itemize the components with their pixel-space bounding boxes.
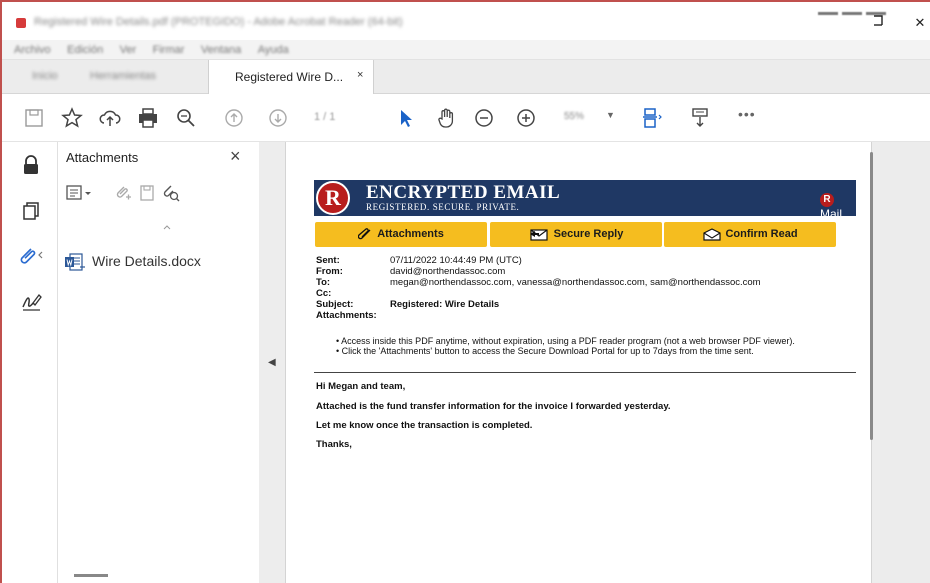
menu-help[interactable]: Ayuda [258,44,289,56]
encrypted-email-banner: R ENCRYPTED EMAIL REGISTERED. SECURE. PR… [314,180,856,221]
banner-subtitle: REGISTERED. SECURE. PRIVATE. [366,202,520,212]
acrobat-window: Registered Wire Details.pdf (PROTEGIDO) … [0,0,930,583]
page-up-icon[interactable] [222,106,246,130]
secure-reply-button[interactable]: Secure Reply [490,222,662,247]
attachments-button-label: Attachments [377,228,444,240]
email-body-line-1: Attached is the fund transfer informatio… [316,401,671,412]
email-signoff: Thanks, [316,439,352,450]
menu-edit[interactable]: Edición [67,44,103,56]
attachments-panel-header: Attachments × [58,142,258,174]
access-notes: • Access inside this PDF anytime, withou… [336,336,795,356]
to-label: To: [316,277,331,288]
attachments-list: Wire Details.docx [58,244,258,583]
close-window-button[interactable]: ✕ [910,14,930,32]
page-number-indicator[interactable]: 1 / 1 [314,111,335,123]
collapse-panel-icon[interactable]: ◀ [268,357,276,368]
word-doc-icon [64,253,86,271]
more-tools-icon[interactable]: ••• [738,106,756,122]
tab-document-label: Registered Wire D... [235,70,344,84]
collapse-caret-icon[interactable] [162,218,172,230]
restore-window-button[interactable] [868,14,888,32]
pdf-page: R ENCRYPTED EMAIL REGISTERED. SECURE. PR… [285,142,872,583]
sent-value: 07/11/2022 10:44:49 PM (UTC) [390,255,522,266]
tab-close-button[interactable]: × [357,69,363,81]
print-icon[interactable] [136,106,160,130]
to-value: megan@northendassoc.com, vanessa@northen… [390,277,761,288]
attachments-meta-label: Attachments: [316,310,377,321]
access-note-1: • Access inside this PDF anytime, withou… [336,336,795,346]
paperclip-icon [357,228,371,240]
toolbar: 1 / 1 55% ▼ ••• [2,94,930,142]
from-label: From: [316,266,343,277]
sent-label: Sent: [316,255,340,266]
cloud-upload-icon[interactable] [98,106,122,130]
lock-icon[interactable] [20,154,42,176]
attachment-file-item[interactable]: Wire Details.docx [62,250,252,274]
options-menu-icon[interactable] [66,184,94,202]
subject-label: Subject: [316,299,354,310]
menu-bar: Archivo Edición Ver Firmar Ventana Ayuda [2,40,930,60]
save-attachment-icon[interactable] [138,184,156,202]
attachments-panel-close-button[interactable]: × [230,146,241,167]
zoom-dropdown-caret-icon[interactable]: ▼ [606,110,615,120]
subject-value: Registered: Wire Details [390,299,500,310]
confirm-read-button-label: Confirm Read [725,228,798,240]
tab-tools[interactable]: Herramientas [90,70,156,82]
find-icon[interactable] [174,106,198,130]
star-icon[interactable] [60,106,84,130]
zoom-level[interactable]: 55% [564,111,584,122]
attachments-button[interactable]: Attachments [315,222,487,247]
title-bar: Registered Wire Details.pdf (PROTEGIDO) … [2,2,930,40]
rmail-r-icon: R [820,193,834,207]
banner-title: ENCRYPTED EMAIL [366,182,561,203]
select-cursor-icon[interactable] [394,106,418,130]
tab-document[interactable]: Registered Wire D... × [208,60,374,95]
search-attachment-icon[interactable] [162,184,180,202]
from-value: david@northendassoc.com [390,266,506,277]
rmail-logo: RMail [820,191,856,221]
hand-tool-icon[interactable] [434,106,458,130]
menu-window[interactable]: Ventana [201,44,241,56]
email-body-line-2: Let me know once the transaction is comp… [316,420,533,431]
attachments-panel-title: Attachments [66,150,139,165]
restore-icon [874,15,883,26]
envelope-open-icon [703,227,722,241]
zoom-in-icon[interactable] [514,106,538,130]
page-thumbnails-icon[interactable] [20,200,42,222]
right-side-panel [880,142,930,583]
secure-reply-button-label: Secure Reply [553,228,624,240]
attachments-panel: Attachments × Wire Details.docx [58,142,258,583]
rmail-text: Mail [820,207,843,221]
window-corner-controls [818,2,898,15]
header-divider [314,372,856,373]
attachments-toolbar [58,174,258,244]
email-greeting: Hi Megan and team, [316,381,406,392]
attachment-file-name: Wire Details.docx [92,253,201,269]
confirm-read-button[interactable]: Confirm Read [664,222,836,247]
menu-file[interactable]: Archivo [14,44,51,56]
tab-bar: Inicio Herramientas Registered Wire D...… [2,60,930,95]
page-down-icon[interactable] [266,106,290,130]
signature-icon[interactable] [20,290,42,312]
acrobat-logo-icon [16,18,26,28]
attachments-rail-icon[interactable] [16,244,46,266]
menu-sign[interactable]: Firmar [153,44,185,56]
window-title: Registered Wire Details.pdf (PROTEGIDO) … [34,16,403,28]
scroll-mode-icon[interactable] [688,106,712,130]
envelope-reply-icon [529,228,548,241]
panel-resize-grip[interactable] [74,574,108,577]
save-icon[interactable] [22,106,46,130]
zoom-out-icon[interactable] [472,106,496,130]
add-attachment-icon[interactable] [114,184,132,202]
menu-view[interactable]: Ver [120,44,137,56]
fit-page-icon[interactable] [640,106,664,130]
access-note-2: • Click the 'Attachments' button to acce… [336,346,754,356]
left-rail [2,142,58,583]
rpost-logo-icon: R [316,181,350,215]
document-scrollbar[interactable] [870,152,873,440]
tab-home[interactable]: Inicio [32,70,58,82]
cc-label: Cc: [316,288,332,299]
